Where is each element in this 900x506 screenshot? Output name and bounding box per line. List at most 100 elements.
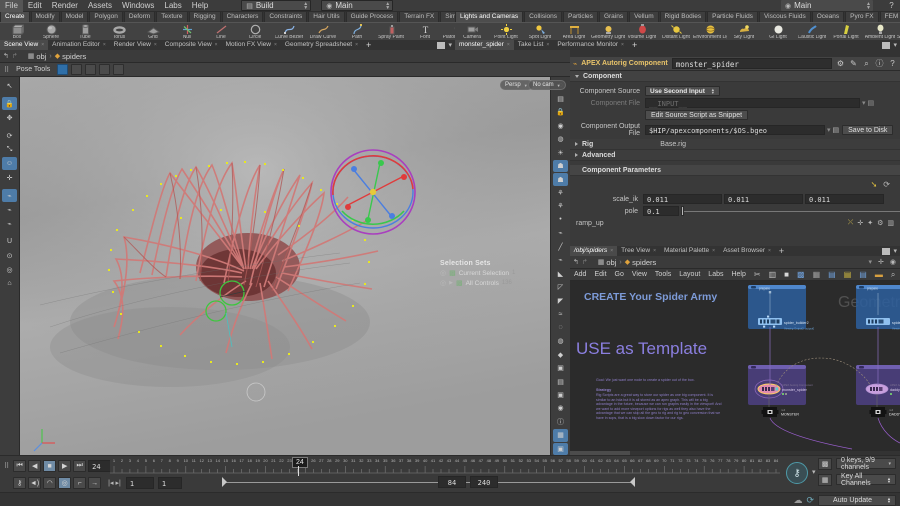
pose-tool-ik[interactable]: [113, 64, 125, 75]
shelf-tab-pyro-fx[interactable]: Pyro FX: [845, 12, 879, 22]
snap-icon[interactable]: ◎: [2, 263, 17, 276]
shelf-tool-curve-bezier[interactable]: Curve Bezier: [272, 24, 306, 40]
component-file-field[interactable]: __INPUT__: [645, 98, 860, 108]
ghost-icon[interactable]: ▤: [553, 92, 568, 104]
close-icon[interactable]: ×: [621, 40, 624, 50]
shelf-tool-grid[interactable]: Grid: [136, 24, 170, 40]
jump-to-end-button[interactable]: ⏭: [73, 460, 87, 472]
shelf-tab-terrain-fx[interactable]: Terrain FX: [399, 12, 440, 22]
pane-tab-scene-view[interactable]: Scene View ×: [0, 40, 49, 50]
desktop-selector[interactable]: ◉ Main ▲ ▼: [321, 0, 394, 11]
file-browse-icon[interactable]: ▤: [833, 126, 840, 134]
layout-icon[interactable]: ▦: [553, 429, 568, 442]
corner-icon[interactable]: ◤: [553, 295, 568, 307]
pane-menu-icon[interactable]: ▾: [893, 41, 897, 49]
desktop-selector-right[interactable]: ◉ Main ▲ ▼: [781, 0, 873, 11]
pane-tab-render-view[interactable]: Render View ×: [110, 40, 161, 50]
close-icon[interactable]: ×: [103, 40, 106, 50]
shelf-tab-particles[interactable]: Particles: [563, 12, 598, 22]
shelf-tab-grains[interactable]: Grains: [598, 12, 629, 22]
playhead-label[interactable]: 24: [292, 457, 308, 468]
snapshot-button[interactable]: ◠: [43, 477, 57, 489]
shelf-tool-path[interactable]: Path: [340, 23, 374, 40]
range-handle-left[interactable]: [222, 477, 227, 487]
close-icon[interactable]: ×: [507, 40, 510, 50]
shelf-tool-gi-light[interactable]: GI Light: [761, 24, 795, 40]
menu-windows[interactable]: Windows: [117, 0, 159, 12]
capture-icon[interactable]: ⚘: [553, 200, 568, 212]
shelf-tool-spray-paint[interactable]: Spray Paint: [374, 24, 408, 40]
network-menu-help[interactable]: Help: [727, 271, 749, 278]
breadcrumb-spiders[interactable]: ◆ spiders: [625, 258, 657, 267]
network-tab--obj-spiders[interactable]: /obj/spiders ×: [570, 246, 618, 256]
shelf-tool-draw-curve[interactable]: Draw Curve: [306, 24, 340, 40]
pose-tool-select[interactable]: [57, 64, 69, 75]
shelf-tab-rigid-bodies[interactable]: Rigid Bodies: [659, 12, 707, 22]
close-icon[interactable]: ×: [653, 246, 656, 256]
range-handle-right[interactable]: [630, 477, 635, 487]
network-color-icon[interactable]: ▩: [793, 270, 809, 279]
section-component[interactable]: Component: [570, 71, 900, 82]
help-icon[interactable]: ?: [888, 59, 897, 68]
pane-maximize-icon[interactable]: [882, 41, 891, 49]
network-menu-tools[interactable]: Tools: [651, 271, 675, 278]
shelf-tool-null[interactable]: Null: [170, 24, 204, 40]
ramp-point-icon[interactable]: ⤬: [848, 219, 854, 227]
save-to-disk-button[interactable]: Save to Disk: [842, 125, 894, 135]
shelf-tool-volume-light[interactable]: Volume Light: [625, 23, 659, 40]
pane-tab-composite-view[interactable]: Composite View ×: [161, 40, 222, 50]
close-icon[interactable]: ×: [546, 40, 549, 50]
breadcrumb-obj[interactable]: ▦ obj: [598, 258, 617, 267]
back-arrow-icon[interactable]: ↰: [573, 258, 579, 266]
ramp-add-icon[interactable]: ✛: [857, 219, 863, 227]
range-end-a-field[interactable]: 84: [438, 476, 466, 488]
sticky-note-goal[interactable]: Goal: We just want one node to create a …: [596, 378, 736, 382]
pane-tab-add-button[interactable]: +: [362, 40, 375, 50]
auto-update-dropdown[interactable]: Auto Update ▲ ▼: [818, 494, 896, 506]
network-align-icon[interactable]: ▥: [765, 270, 781, 279]
link-icon[interactable]: ◉: [890, 258, 896, 266]
pencil-icon[interactable]: ✎: [849, 59, 858, 68]
network-menu-layout[interactable]: Layout: [675, 271, 704, 278]
sticky-note-strategy-title[interactable]: Strategy: [596, 388, 611, 392]
pane-tab-geometry-spreadsheet[interactable]: Geometry Spreadsheet ×: [281, 40, 362, 50]
grip-handle-icon[interactable]: ⠿: [4, 462, 9, 470]
cook-icon[interactable]: ☁: [793, 495, 802, 506]
playback-range-bar[interactable]: 84 240: [110, 476, 780, 490]
close-icon[interactable]: ×: [712, 246, 715, 256]
character-icon[interactable]: ☗: [553, 173, 568, 186]
pick-cursor-icon[interactable]: ➘: [871, 180, 878, 189]
pole-slider[interactable]: [681, 206, 900, 216]
cone-icon[interactable]: ◣: [553, 268, 568, 280]
jump-to-start-button[interactable]: ⏮: [13, 460, 27, 472]
key-mode-icon[interactable]: ▦: [818, 474, 832, 486]
network-tab-add-button[interactable]: +: [775, 246, 788, 256]
scale-ik-z[interactable]: 0.011: [805, 194, 884, 204]
selection-set-current[interactable]: ◎ ▩ Current Selection 1: [440, 269, 550, 278]
shelf-tool-ambient-light[interactable]: Ambient Light: [863, 24, 897, 40]
network-flag3-icon[interactable]: ▤: [855, 270, 871, 279]
shelf-tab-texture[interactable]: Texture: [156, 12, 188, 22]
pane-tab-monster_spider[interactable]: monster_spider ×: [455, 40, 514, 50]
shelf-tool-sky-light[interactable]: Sky Light: [727, 24, 761, 40]
shelf-tool-point-light[interactable]: Point Light: [489, 23, 523, 40]
shelf-tab-guide-process[interactable]: Guide Process: [345, 12, 399, 22]
shelf-tab-viscous-fluids[interactable]: Viscous Fluids: [758, 12, 811, 22]
skin-icon[interactable]: ⚘: [553, 187, 568, 199]
shelf-tab-rigging[interactable]: Rigging: [188, 12, 221, 22]
pole-slider-knob[interactable]: [681, 206, 684, 216]
sticky-note-create[interactable]: CREATE Your Spider Army: [584, 291, 717, 303]
network-menu-go[interactable]: Go: [611, 271, 628, 278]
forward-arrow-icon[interactable]: ↱: [582, 258, 588, 266]
select-icon[interactable]: ↖: [2, 79, 17, 92]
eye-icon[interactable]: ◎: [440, 269, 446, 277]
shelf-tab-lights-and-cameras[interactable]: Lights and Cameras: [455, 12, 524, 22]
shelf-tab-hair-utils[interactable]: Hair Utils: [308, 12, 345, 22]
forward-arrow-icon[interactable]: ↱: [12, 52, 18, 60]
network-menu-view[interactable]: View: [628, 271, 651, 278]
pane-tab-performance-monitor[interactable]: Performance Monitor ×: [553, 40, 628, 50]
network-menu-edit[interactable]: Edit: [590, 271, 610, 278]
path-icon[interactable]: ⌁: [553, 254, 568, 266]
shelf-tab-particle-fluids[interactable]: Particle Fluids: [707, 12, 758, 22]
scope-button[interactable]: ⌐: [73, 477, 87, 489]
